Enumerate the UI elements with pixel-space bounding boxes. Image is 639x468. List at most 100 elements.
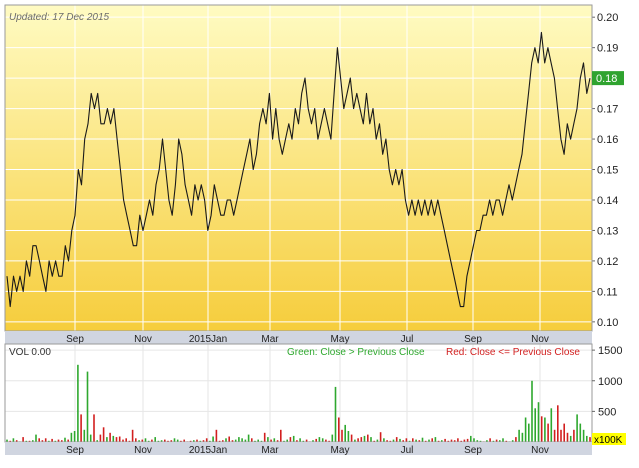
price-x-axis-strip <box>5 331 592 344</box>
volume-bar <box>38 438 40 442</box>
volume-bar <box>357 438 359 442</box>
volume-bar <box>267 437 269 442</box>
price-y-tick-label: 0.14 <box>597 195 618 207</box>
volume-bar <box>521 432 524 442</box>
volume-bar <box>350 434 353 442</box>
price-x-tick-label: Jul <box>401 334 414 345</box>
volume-bar <box>367 434 369 442</box>
price-x-tick-label: 2015Jan <box>189 334 227 345</box>
volume-bar <box>569 435 572 442</box>
price-x-tick-label: Sep <box>66 334 84 345</box>
volume-bar <box>370 437 372 442</box>
volume-bar <box>405 438 408 442</box>
volume-bar <box>131 429 134 443</box>
volume-x-tick-label: Mar <box>261 445 279 456</box>
price-y-tick-label: 0.10 <box>597 317 618 329</box>
volume-bar <box>544 417 546 442</box>
volume-bar <box>553 429 556 443</box>
volume-bar <box>550 408 553 442</box>
current-price-value: 0.18 <box>596 73 617 85</box>
volume-bar <box>547 423 549 442</box>
volume-bar <box>70 432 73 442</box>
volume-bar <box>331 434 334 442</box>
volume-y-tick-label: 1500 <box>598 345 622 357</box>
volume-bar <box>89 434 92 442</box>
volume-bar <box>228 436 230 442</box>
volume-bar <box>502 438 504 442</box>
updated-label: Updated: 17 Dec 2015 <box>9 12 110 23</box>
volume-bar <box>22 437 24 442</box>
volume-bar <box>321 438 324 442</box>
volume-bar <box>537 402 540 442</box>
volume-bar <box>154 437 156 442</box>
chart-svg: 0.10 0.11 0.12 0.13 0.14 0.15 0.16 0.17 0.18 0.19… <box>4 4 626 456</box>
volume-bar <box>334 386 337 442</box>
volume-bar <box>83 429 86 443</box>
price-y-tick-label: 0.19 <box>597 43 618 55</box>
volume-bar <box>273 438 276 442</box>
volume-bar <box>566 432 569 442</box>
volume-bar <box>106 437 108 442</box>
volume-bar <box>347 431 350 442</box>
volume-bar <box>421 437 424 442</box>
volume-bar <box>344 424 346 442</box>
volume-bar <box>64 437 66 442</box>
volume-bar <box>263 432 266 442</box>
volume-bar <box>238 437 240 442</box>
price-y-tick-label: 0.11 <box>597 286 618 298</box>
volume-x-tick-label: May <box>331 445 350 456</box>
price-x-tick-label: Sep <box>464 334 482 345</box>
volume-bar <box>524 417 527 442</box>
price-y-tick-label: 0.17 <box>597 104 618 116</box>
volume-bar <box>586 435 588 442</box>
volume-bar <box>518 429 520 443</box>
volume-bar <box>589 437 591 442</box>
volume-bar <box>77 364 79 442</box>
volume-bar <box>173 438 176 442</box>
price-panel-background <box>5 5 592 331</box>
volume-bar <box>112 435 115 442</box>
volume-bar <box>383 438 385 442</box>
volume-bar <box>573 429 575 443</box>
volume-bar <box>12 438 15 442</box>
volume-bar <box>412 438 414 442</box>
volume-bar <box>115 437 118 442</box>
volume-unit-label: x100K <box>594 435 623 446</box>
volume-y-tick-label: 500 <box>598 406 616 418</box>
volume-bar <box>135 438 137 442</box>
volume-bar <box>582 429 585 443</box>
volume-bar <box>225 438 227 442</box>
volume-x-tick-label: Sep <box>66 445 84 456</box>
volume-bar <box>363 435 366 442</box>
price-y-tick-label: 0.12 <box>597 256 618 268</box>
volume-bar <box>280 429 282 443</box>
volume-label: VOL 0.00 <box>9 347 51 358</box>
volume-bar <box>212 436 214 442</box>
volume-bar <box>118 436 121 442</box>
volume-bar <box>457 438 459 442</box>
current-price-badge: 0.18 <box>592 71 624 86</box>
volume-bar <box>292 435 295 442</box>
volume-bar <box>534 408 536 442</box>
volume-x-tick-label: Nov <box>134 445 152 456</box>
volume-bar <box>563 423 565 442</box>
volume-bar <box>205 438 208 442</box>
volume-bar <box>93 414 95 442</box>
price-y-tick-label: 0.15 <box>597 165 618 177</box>
volume-bar <box>379 432 382 442</box>
volume-bar <box>528 423 530 442</box>
volume-bar <box>86 371 89 442</box>
volume-bar <box>73 431 76 442</box>
volume-bar <box>489 438 491 442</box>
volume-bar <box>299 438 301 442</box>
volume-bar <box>395 437 398 442</box>
volume-bar <box>99 434 102 442</box>
legend-red: Red: Close <= Previous Close <box>446 347 580 358</box>
price-y-tick-label: 0.13 <box>597 225 618 237</box>
volume-y-axis: 500 1000 1500 <box>592 345 622 418</box>
volume-bar <box>125 438 127 442</box>
price-x-tick-label: Nov <box>531 334 549 345</box>
volume-panel-background <box>5 344 592 442</box>
price-x-tick-label: Mar <box>261 334 279 345</box>
stock-chart: 0.10 0.11 0.12 0.13 0.14 0.15 0.16 0.17 0.18 0.19… <box>0 0 639 463</box>
